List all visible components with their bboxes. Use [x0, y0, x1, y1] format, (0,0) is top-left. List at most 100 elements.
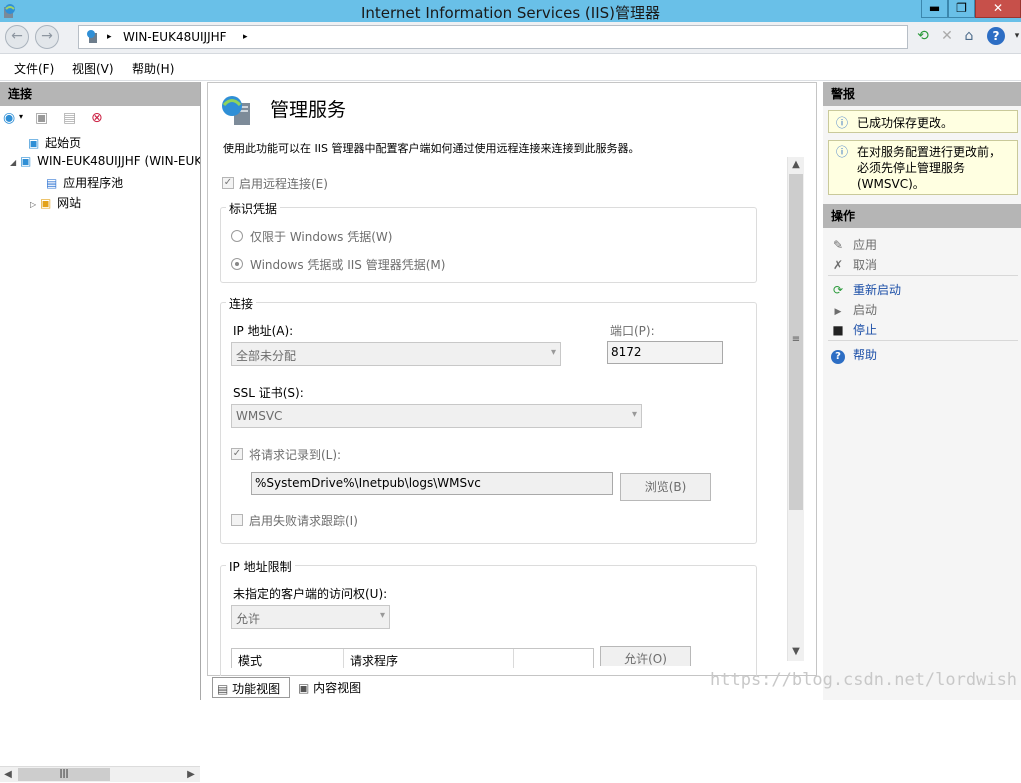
page-description: 使用此功能可以在 IIS 管理器中配置客户端如何通过使用远程连接来连接到此服务器…: [223, 142, 640, 155]
ssl-cert-select[interactable]: WMSVC ▾: [231, 404, 642, 428]
help-icon: ?: [831, 350, 845, 364]
menu-bar: 文件(F) 视图(V) 帮助(H): [0, 55, 1021, 81]
connections-toolbar: ◉ ▾ ▣ ▤ ⊗: [3, 110, 199, 130]
ip-address-select[interactable]: 全部未分配 ▾: [231, 342, 561, 366]
management-service-icon: [220, 93, 254, 127]
ip-address-label: IP 地址(A):: [233, 324, 294, 338]
enable-remote-label: 启用远程连接(E): [239, 177, 328, 191]
expand-arrow-icon[interactable]: ▷: [30, 200, 36, 209]
divider: [828, 340, 1018, 341]
windows-or-iis-label: Windows 凭据或 IIS 管理器凭据(M): [250, 258, 446, 272]
stop-icon[interactable]: ✕: [937, 27, 957, 47]
chevron-down-icon[interactable]: ▾: [1007, 27, 1021, 47]
tree-item-server[interactable]: ◢ ▣ WIN-EUK48UIJJHF (WIN-EUK48UIJJHF\Adm…: [10, 154, 200, 168]
identity-legend: 标识凭据: [226, 200, 281, 217]
home-icon[interactable]: ⌂: [959, 27, 979, 47]
menu-view[interactable]: 视图(V): [72, 60, 114, 77]
vertical-scrollbar[interactable]: ▲ ≡ ▼: [787, 157, 804, 661]
horizontal-scrollbar[interactable]: ◀ ||| ▶: [0, 766, 200, 782]
cancel-icon: ✗: [832, 258, 844, 272]
action-cancel[interactable]: ✗ 取消: [831, 256, 877, 273]
server-icon: [85, 28, 101, 47]
ssl-cert-label: SSL 证书(S):: [233, 386, 304, 400]
forward-button[interactable]: →: [35, 25, 59, 49]
back-button[interactable]: ←: [5, 25, 29, 49]
help-icon[interactable]: ?: [987, 27, 1005, 45]
divider: [828, 275, 1018, 276]
up-icon[interactable]: ▤: [63, 110, 76, 126]
scroll-down-icon[interactable]: ▼: [788, 644, 804, 660]
breadcrumb[interactable]: ▸ WIN-EUK48UIJJHF ▸: [78, 25, 908, 49]
start-page-icon: ▣: [28, 136, 40, 150]
server-icon: ▣: [19, 154, 32, 168]
menu-help[interactable]: 帮助(H): [132, 60, 174, 77]
features-view-icon: ▤: [217, 682, 229, 696]
refresh-icon[interactable]: ⟲: [913, 27, 933, 47]
sites-icon: ▣: [39, 196, 52, 210]
tree-item-start-page[interactable]: ▣ 起始页: [28, 134, 81, 151]
breadcrumb-server[interactable]: WIN-EUK48UIJJHF: [123, 30, 227, 44]
actions-title: 操作: [823, 204, 1021, 228]
play-icon: ▶: [834, 307, 842, 317]
chevron-down-icon: ▾: [631, 409, 637, 420]
scroll-left-icon[interactable]: ◀: [0, 767, 16, 783]
action-apply[interactable]: ✎ 应用: [831, 236, 877, 253]
restore-button[interactable]: ❐: [948, 0, 975, 18]
content-view-icon: ▣: [298, 681, 310, 695]
tree-item-app-pools[interactable]: ▤ 应用程序池: [46, 174, 123, 191]
access-select[interactable]: 允许 ▾: [231, 605, 390, 629]
windows-only-radio[interactable]: [231, 230, 243, 242]
tab-content-view[interactable]: ▣ 内容视图: [294, 677, 374, 698]
alert-success: ⓘ 已成功保存更改。: [828, 110, 1018, 133]
scroll-right-icon[interactable]: ▶: [183, 767, 199, 783]
watermark: https://blog.csdn.net/lordwish: [710, 670, 1018, 690]
connections-title: 连接: [0, 82, 200, 106]
ip-rules-table: 模式 请求程序: [231, 648, 594, 668]
tab-features-view[interactable]: ▤ 功能视图: [212, 677, 290, 698]
windows-or-iis-radio[interactable]: [231, 258, 243, 270]
save-icon[interactable]: ▣: [35, 110, 48, 126]
action-start[interactable]: ▶ 启动: [831, 301, 877, 318]
action-help[interactable]: ? 帮助: [831, 346, 877, 364]
chevron-down-icon: ▾: [550, 347, 556, 358]
action-stop[interactable]: ■ 停止: [831, 321, 877, 338]
windows-only-label: 仅限于 Windows 凭据(W): [250, 230, 393, 244]
close-button[interactable]: ✕: [975, 0, 1021, 18]
column-header-requester[interactable]: 请求程序: [344, 649, 514, 668]
restart-icon: ⟳: [832, 283, 844, 297]
enable-remote-checkbox[interactable]: ✓: [222, 177, 234, 189]
access-label: 未指定的客户端的访问权(U):: [233, 587, 388, 601]
alerts-title: 警报: [823, 82, 1021, 106]
port-label: 端口(P):: [610, 324, 655, 338]
allow-button[interactable]: 允许(O): [600, 646, 691, 666]
address-bar: ← → ▸ WIN-EUK48UIJJHF ▸ ⟲ ✕ ⌂ ? ▾: [0, 22, 1021, 54]
stop-icon: ■: [832, 323, 844, 337]
collapse-arrow-icon[interactable]: ◢: [10, 158, 16, 167]
log-requests-checkbox[interactable]: ✓: [231, 448, 243, 460]
tree-item-sites[interactable]: ▷ ▣ 网站: [30, 194, 81, 211]
menu-file[interactable]: 文件(F): [14, 60, 54, 77]
scroll-thumb[interactable]: |||: [18, 768, 110, 781]
browse-button[interactable]: 浏览(B): [620, 473, 711, 501]
connect-icon[interactable]: ◉: [3, 110, 15, 126]
feature-page: 管理服务 使用此功能可以在 IIS 管理器中配置客户端如何通过使用远程连接来连接…: [207, 82, 817, 685]
chevron-right-icon[interactable]: ▸: [243, 32, 248, 42]
info-icon: ⓘ: [836, 116, 849, 130]
log-requests-label: 将请求记录到(L):: [249, 448, 342, 462]
window-title: Internet Information Services (IIS)管理器: [360, 4, 661, 22]
alert-stop-service: ⓘ 在对服务配置进行更改前，必须先停止管理服务(WMSVC)。: [828, 140, 1018, 195]
scroll-up-icon[interactable]: ▲: [788, 157, 804, 173]
page-title: 管理服务: [270, 99, 347, 121]
chevron-right-icon: ▸: [107, 32, 112, 42]
scroll-thumb[interactable]: ≡: [789, 174, 803, 510]
failed-trace-label: 启用失败请求跟踪(I): [249, 514, 358, 528]
port-input[interactable]: 8172: [607, 341, 723, 364]
failed-trace-checkbox[interactable]: [231, 514, 243, 526]
disconnect-icon[interactable]: ⊗: [91, 110, 103, 126]
log-path-input[interactable]: %SystemDrive%\Inetpub\logs\WMSvc: [251, 472, 613, 495]
minimize-button[interactable]: ▬: [921, 0, 948, 18]
column-header-mode[interactable]: 模式: [232, 649, 344, 668]
chevron-down-icon[interactable]: ▾: [19, 112, 23, 121]
action-restart[interactable]: ⟳ 重新启动: [831, 281, 901, 298]
connection-legend: 连接: [226, 295, 257, 312]
